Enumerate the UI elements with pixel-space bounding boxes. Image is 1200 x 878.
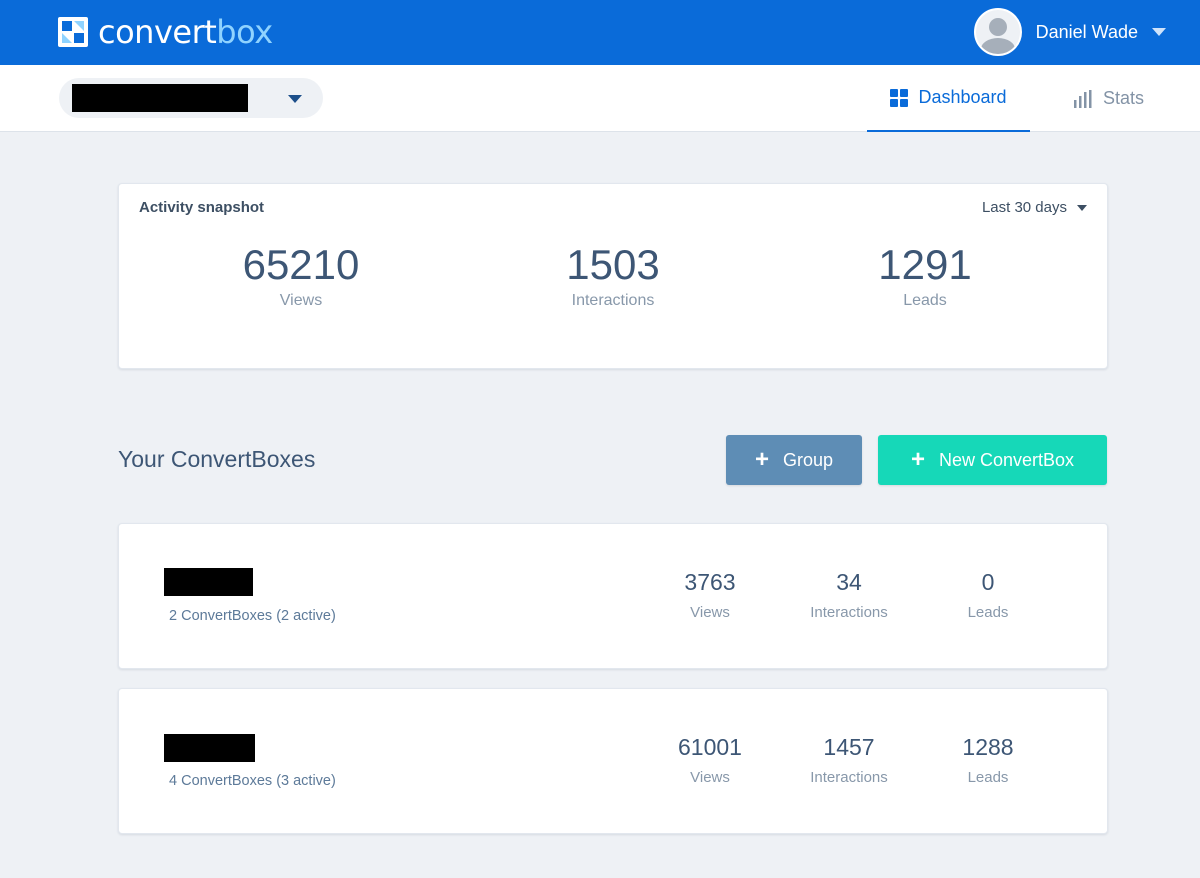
avatar <box>973 8 1022 56</box>
group-summary: 4 ConvertBoxes (3 active) <box>169 773 336 789</box>
group-row[interactable]: 2 ConvertBoxes (2 active) 3763 Views 34 … <box>118 523 1108 669</box>
stat-label: Views <box>690 604 730 621</box>
tab-stats[interactable]: Stats <box>1074 65 1144 132</box>
tab-dashboard-label: Dashboard <box>918 87 1007 107</box>
stat-label: Leads <box>967 604 1009 621</box>
group-views: 3763 Views <box>645 569 775 621</box>
stat-value: 1503 <box>566 241 660 288</box>
redacted-site-name <box>72 84 248 112</box>
group-views: 61001 Views <box>645 734 775 786</box>
stat-value: 1457 <box>823 734 875 760</box>
stat-value: 1291 <box>878 241 972 288</box>
user-menu[interactable]: Daniel Wade <box>973 8 1166 56</box>
stat-label: Interactions <box>810 604 888 621</box>
redacted-group-name <box>164 568 253 596</box>
stat-value: 1288 <box>962 734 1014 760</box>
sub-header: Dashboard Stats <box>0 65 1200 132</box>
tab-stats-label: Stats <box>1103 88 1145 108</box>
caret-down-icon <box>288 95 302 103</box>
activity-snapshot-card: Activity snapshot Last 30 days 65210 Vie… <box>118 183 1108 369</box>
group-interactions: 1457 Interactions <box>784 734 914 786</box>
group-leads: 0 Leads <box>923 569 1053 621</box>
logo-text-convert: convert <box>98 13 217 51</box>
stat-label: Views <box>690 769 730 786</box>
group-row[interactable]: 4 ConvertBoxes (3 active) 61001 Views 14… <box>118 688 1108 834</box>
group-interactions: 34 Interactions <box>784 569 914 621</box>
new-convertbox-button[interactable]: + New ConvertBox <box>878 435 1107 485</box>
grid-icon <box>890 88 909 107</box>
stat-value: 3763 <box>684 569 736 595</box>
bar-chart-icon <box>1074 89 1092 108</box>
group-summary: 2 ConvertBoxes (2 active) <box>169 608 336 624</box>
section-title: Your ConvertBoxes <box>118 446 316 472</box>
stat-label: Interactions <box>571 292 655 309</box>
top-bar: convertbox Daniel Wade <box>0 0 1200 65</box>
caret-down-icon <box>1077 204 1087 211</box>
plus-icon: + <box>754 446 769 473</box>
site-selector[interactable] <box>59 78 323 118</box>
tab-dashboard[interactable]: Dashboard <box>867 65 1030 132</box>
snapshot-title: Activity snapshot <box>139 199 265 216</box>
chevron-down-icon <box>1152 28 1166 36</box>
new-convertbox-label: New ConvertBox <box>938 449 1075 470</box>
convertbox-logo[interactable]: convertbox <box>58 16 273 48</box>
add-group-button[interactable]: + Group <box>726 435 862 485</box>
plus-icon: + <box>910 446 925 473</box>
redacted-group-name <box>164 734 255 762</box>
user-name: Daniel Wade <box>1035 21 1138 42</box>
stat-value: 0 <box>981 569 995 595</box>
stat-label: Views <box>279 292 323 309</box>
date-range-dropdown[interactable]: Last 30 days <box>982 199 1087 216</box>
snapshot-views: 65210 Views <box>181 242 421 310</box>
stat-label: Leads <box>967 769 1009 786</box>
snapshot-interactions: 1503 Interactions <box>493 242 733 310</box>
logo-icon <box>58 17 88 47</box>
stat-value: 65210 <box>242 241 360 288</box>
logo-text-box: box <box>216 13 273 51</box>
date-range-label: Last 30 days <box>981 199 1067 216</box>
snapshot-leads: 1291 Leads <box>805 242 1045 310</box>
stat-value: 61001 <box>678 734 742 760</box>
add-group-label: Group <box>782 449 834 470</box>
stat-value: 34 <box>836 569 862 595</box>
group-leads: 1288 Leads <box>923 734 1053 786</box>
stat-label: Interactions <box>810 769 888 786</box>
stat-label: Leads <box>903 292 947 309</box>
